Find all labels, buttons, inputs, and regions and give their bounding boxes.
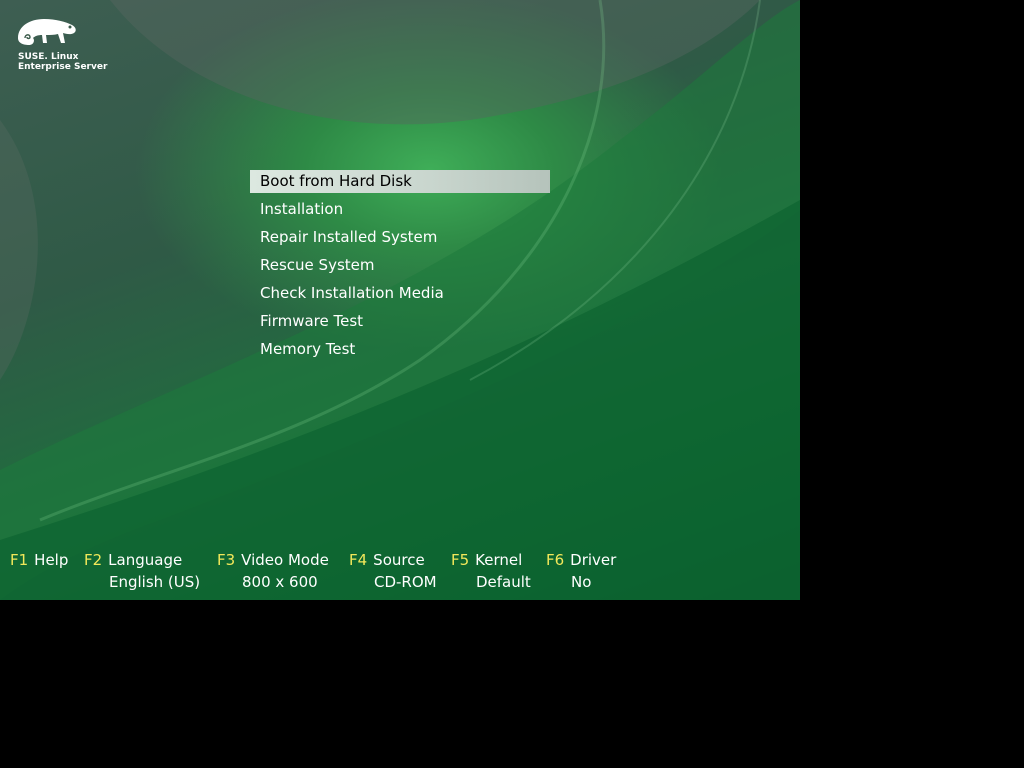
fkey-f5-key: F5 — [451, 551, 470, 569]
fkey-f1-label: Help — [34, 551, 69, 569]
fkey-video-mode[interactable]: F3 Video Mode 800 x 600 — [217, 551, 329, 591]
fkey-help[interactable]: F1 Help — [10, 551, 68, 569]
fkey-kernel[interactable]: F5 Kernel Default — [451, 551, 531, 591]
menu-item-installation[interactable]: Installation — [250, 198, 550, 226]
menu-item-memory-test[interactable]: Memory Test — [250, 338, 550, 366]
menu-item-check-installation-media[interactable]: Check Installation Media — [250, 282, 550, 310]
fkey-f3-label: Video Mode — [241, 551, 329, 569]
function-key-bar: F1 Help F2 Language English (US) F3 Video M… — [0, 551, 800, 599]
fkey-language[interactable]: F2 Language English (US) — [84, 551, 200, 591]
menu-item-repair-installed-system[interactable]: Repair Installed System — [250, 226, 550, 254]
brand-line-2: Enterprise Server — [18, 62, 108, 72]
fkey-f4-label: Source — [373, 551, 425, 569]
fkey-f5-value: Default — [476, 573, 531, 591]
menu-item-rescue-system[interactable]: Rescue System — [250, 254, 550, 282]
fkey-source[interactable]: F4 Source CD-ROM — [349, 551, 437, 591]
menu-item-firmware-test[interactable]: Firmware Test — [250, 310, 550, 338]
fkey-f2-value: English (US) — [109, 573, 201, 591]
fkey-f3-value: 800 x 600 — [242, 573, 318, 591]
suse-logo — [16, 16, 116, 52]
fkey-f5-label: Kernel — [475, 551, 523, 569]
brand-line-1: SUSE. Linux — [18, 52, 79, 62]
fkey-f4-value: CD-ROM — [374, 573, 437, 591]
chameleon-icon — [18, 19, 76, 45]
fkey-f2-key: F2 — [84, 551, 103, 569]
fkey-f1-key: F1 — [10, 551, 29, 569]
menu-item-boot-from-hard-disk[interactable]: Boot from Hard Disk — [250, 170, 550, 193]
fkey-f6-key: F6 — [546, 551, 565, 569]
fkey-f4-key: F4 — [349, 551, 368, 569]
fkey-f2-label: Language — [108, 551, 183, 569]
fkey-f3-key: F3 — [217, 551, 236, 569]
fkey-f6-label: Driver — [570, 551, 617, 569]
fkey-driver[interactable]: F6 Driver No — [546, 551, 617, 591]
boot-menu: Boot from Hard Disk Installation Repair … — [250, 170, 550, 366]
boot-screen: SUSE. Linux Enterprise Server Boot from … — [0, 0, 800, 600]
fkey-f6-value: No — [571, 573, 592, 591]
brand-text: SUSE. Linux Enterprise Server — [18, 52, 107, 72]
